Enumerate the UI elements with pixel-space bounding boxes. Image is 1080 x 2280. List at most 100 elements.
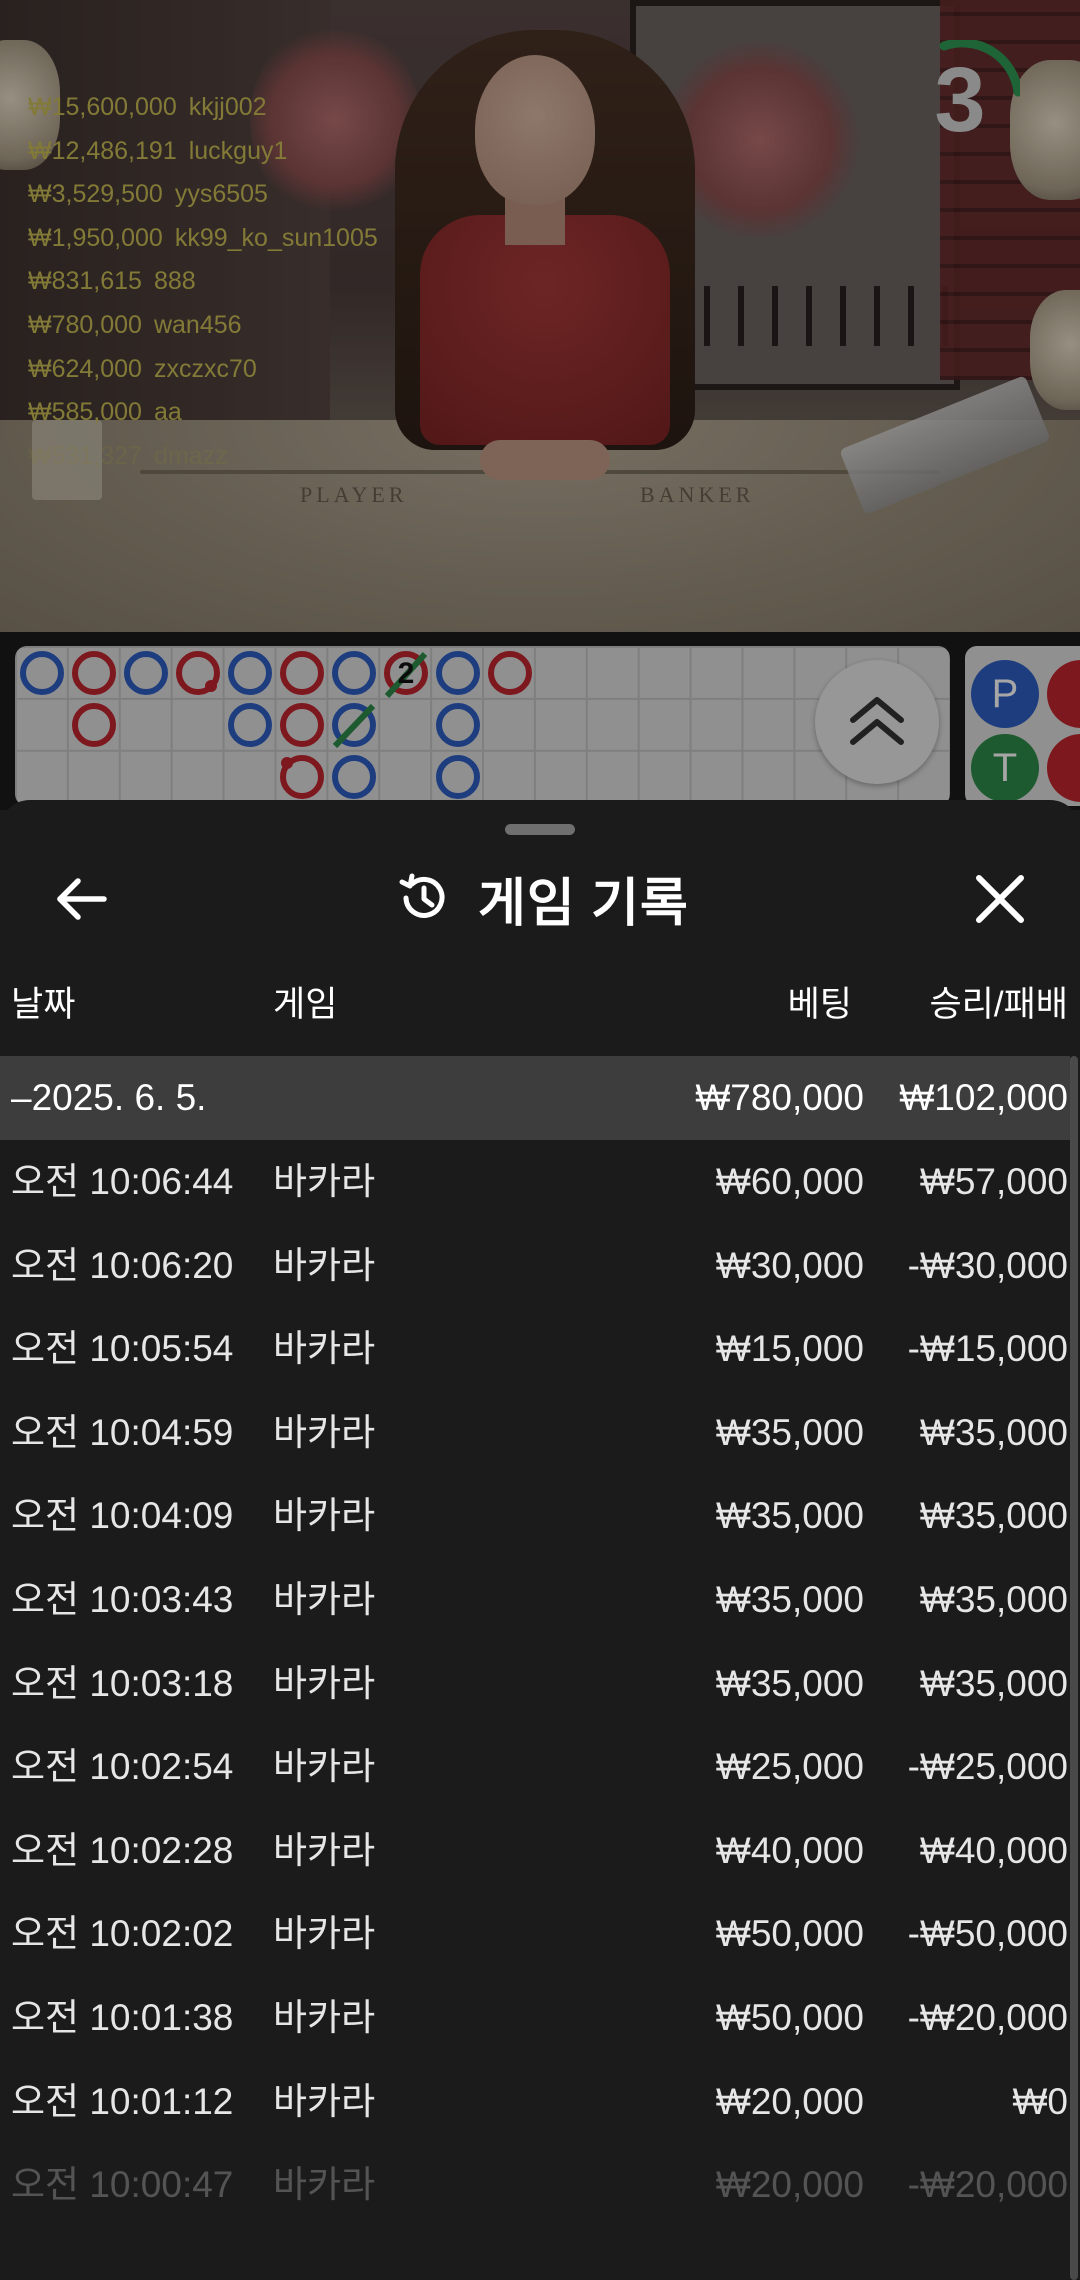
history-row[interactable]: 오전 10:02:28 바카라 ₩40,000 ₩40,000	[0, 1809, 1080, 1893]
history-row[interactable]: 오전 10:04:59 바카라 ₩35,000 ₩35,000	[0, 1391, 1080, 1475]
row-time: 오전 10:02:54	[11, 1746, 234, 1788]
row-bet: ₩50,000	[715, 1913, 864, 1955]
game-history-sheet: 게임 기록 날짜 게임 베팅 승리/패배 –2025. 6. 5. ₩780,0…	[0, 800, 1080, 2280]
row-time: 오전 10:02:02	[11, 1913, 234, 1955]
winner-username: kk99_ko_sun1005	[174, 223, 378, 252]
row-time: 오전 10:01:38	[11, 1996, 234, 2038]
close-icon	[976, 875, 1024, 923]
row-bet: ₩30,000	[715, 1244, 864, 1286]
winner-amount: ₩831,615	[28, 267, 142, 296]
winner-username: zxczxc70	[153, 354, 257, 383]
row-game: 바카라	[273, 2164, 376, 2206]
expand-scoreboard-button[interactable]	[815, 660, 939, 784]
player-win-mark	[20, 651, 64, 695]
row-bet: ₩35,000	[715, 1662, 864, 1704]
row-time: 오전 10:02:28	[11, 1829, 234, 1871]
dealer-face	[475, 55, 595, 205]
history-row[interactable]: 오전 10:01:38 바카라 ₩50,000 -₩20,000	[0, 1976, 1080, 2060]
player-win-mark	[228, 651, 272, 695]
history-row[interactable]: 오전 10:02:02 바카라 ₩50,000 -₩50,000	[0, 1892, 1080, 1976]
history-row[interactable]: 오전 10:00:47 바카라 ₩20,000 -₩20,000	[0, 2143, 1080, 2227]
row-bet: ₩35,000	[715, 1578, 864, 1620]
road-marks: 2	[20, 651, 532, 799]
column-header-game: 게임	[273, 985, 338, 1024]
close-button[interactable]	[965, 864, 1035, 934]
tie-count-label: 2	[398, 657, 415, 690]
winner-username: aa	[153, 398, 182, 427]
row-game: 바카라	[273, 1244, 376, 1286]
table-player-label: PLAYER	[300, 482, 408, 507]
player-win-mark	[228, 703, 272, 747]
summary-bet: ₩780,000	[695, 1077, 864, 1118]
row-bet: ₩20,000	[715, 2164, 864, 2206]
back-button[interactable]	[46, 864, 116, 934]
row-bet: ₩35,000	[715, 1411, 864, 1453]
row-time: 오전 10:01:12	[11, 2080, 234, 2122]
sheet-title-group: 게임 기록	[392, 860, 689, 936]
player-ask-badge[interactable]: P	[971, 660, 1039, 728]
row-game: 바카라	[273, 1829, 376, 1871]
bead-road-scoreboard[interactable]: 2	[15, 646, 950, 806]
row-game: 바카라	[273, 1996, 376, 2038]
history-row[interactable]: 오전 10:03:43 바카라 ₩35,000 ₩35,000	[0, 1558, 1080, 1642]
history-row[interactable]: 오전 10:06:20 바카라 ₩30,000 -₩30,000	[0, 1224, 1080, 1308]
row-time: 오전 10:05:54	[11, 1328, 234, 1370]
history-row[interactable]: 오전 10:03:18 바카라 ₩35,000 ₩35,000	[0, 1642, 1080, 1726]
row-result: -₩20,000	[907, 2164, 1068, 2206]
history-row[interactable]: 오전 10:01:12 바카라 ₩20,000 ₩0	[0, 2060, 1080, 2144]
tie-badge[interactable]: T	[971, 734, 1039, 802]
row-time: 오전 10:04:09	[11, 1495, 234, 1537]
history-row[interactable]: 오전 10:02:54 바카라 ₩25,000 -₩25,000	[0, 1725, 1080, 1809]
row-game: 바카라	[273, 1328, 376, 1370]
row-game: 바카라	[273, 1662, 376, 1704]
row-bet: ₩20,000	[715, 2080, 864, 2122]
banker-win-mark	[280, 651, 324, 695]
row-game: 바카라	[273, 1578, 376, 1620]
row-time: 오전 10:06:20	[11, 1244, 234, 1286]
summary-date: –2025. 6. 5.	[11, 1077, 207, 1118]
player-win-mark	[436, 651, 480, 695]
history-row[interactable]: 오전 10:05:54 바카라 ₩15,000 -₩15,000	[0, 1307, 1080, 1391]
winner-username: 888	[153, 267, 196, 296]
lantern-decoration	[1030, 290, 1080, 410]
history-row[interactable]: 오전 10:06:44 바카라 ₩60,000 ₩57,000	[0, 1140, 1080, 1224]
winner-amount: ₩15,600,000	[28, 93, 177, 121]
row-time: 오전 10:04:59	[11, 1411, 234, 1453]
winner-amount: ₩780,000	[28, 310, 142, 339]
history-list: 오전 10:06:44 바카라 ₩60,000 ₩57,000 오전 10:06:20…	[0, 1140, 1080, 2227]
winner-username: wan456	[153, 310, 242, 339]
winner-amount: ₩624,000	[28, 354, 142, 383]
player-win-mark	[332, 755, 376, 799]
row-game: 바카라	[273, 2080, 376, 2122]
banker-pair-dot	[281, 757, 293, 769]
history-row[interactable]: 오전 10:04:09 바카라 ₩35,000 ₩35,000	[0, 1474, 1080, 1558]
leaderboard-row: ₩780,000 wan456	[28, 304, 390, 348]
sheet-title: 게임 기록	[478, 874, 689, 933]
row-result: -₩20,000	[907, 1996, 1068, 2038]
row-time: 오전 10:06:44	[11, 1161, 234, 1202]
banker-ask-badge[interactable]	[1047, 660, 1080, 728]
column-header-date: 날짜	[11, 985, 76, 1024]
row-result: ₩35,000	[919, 1495, 1068, 1537]
banker-badge[interactable]	[1047, 734, 1080, 802]
history-icon	[399, 873, 445, 918]
winner-username: yys6505	[174, 180, 268, 209]
row-result: -₩25,000	[907, 1746, 1068, 1788]
row-bet: ₩25,000	[715, 1746, 864, 1788]
live-video-feed: PLAYER BANKER ₩15,600,000 kkjj002 ₩12,486…	[0, 0, 1080, 632]
leaderboard-row: ₩585,000 aa	[28, 391, 390, 435]
winner-amount: ₩585,000	[28, 398, 142, 427]
leaderboard-row: ₩624,000 zxczxc70	[28, 348, 390, 392]
arrow-left-icon	[57, 878, 107, 920]
sheet-drag-handle[interactable]	[505, 824, 575, 835]
banker-win-mark	[72, 651, 116, 695]
scrollbar[interactable]	[1070, 1056, 1078, 2280]
date-summary-row[interactable]: –2025. 6. 5. ₩780,000 ₩102,000	[0, 1056, 1070, 1140]
leaderboard-row: ₩831,615 888	[28, 260, 390, 304]
countdown-number: 3	[934, 49, 986, 151]
row-result: -₩50,000	[907, 1913, 1068, 1955]
banker-pair-dot	[205, 680, 217, 692]
dealer-body	[420, 215, 670, 445]
row-result: -₩15,000	[907, 1328, 1068, 1370]
leaderboard-row: ₩12,486,191 luckguy1	[28, 130, 390, 174]
